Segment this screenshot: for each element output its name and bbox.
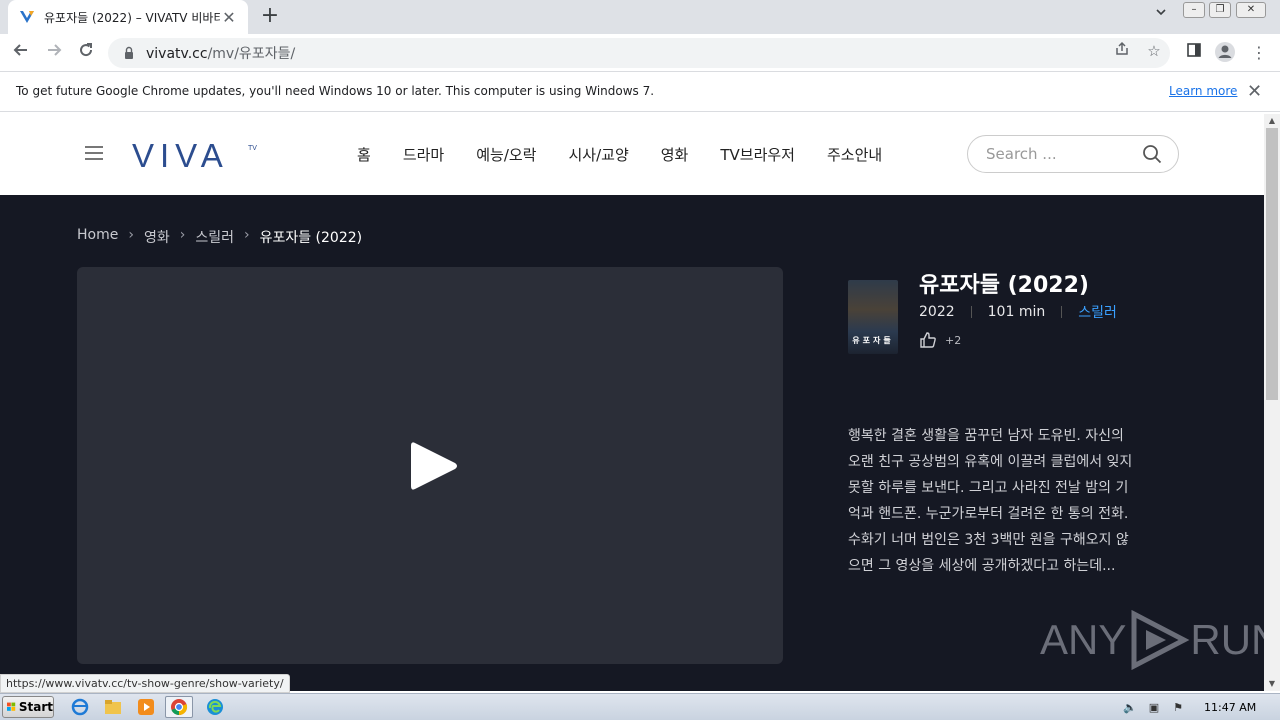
movie-synopsis: 행복한 결혼 생활을 꿈꾸던 남자 도유빈. 자신의 오랜 친구 공상범의 유혹… xyxy=(848,428,1133,574)
nav-item-variety[interactable]: 예능/오락 xyxy=(476,144,536,165)
nav-item-drama[interactable]: 드라마 xyxy=(403,144,444,165)
like-count: +2 xyxy=(945,333,962,347)
movie-poster[interactable]: 유포자들 xyxy=(848,280,898,354)
forward-arrow-icon[interactable] xyxy=(42,41,66,65)
edge-taskbar-icon[interactable] xyxy=(201,696,229,718)
network-icon[interactable]: ▣ xyxy=(1146,700,1162,716)
movie-runtime: 101 min xyxy=(987,304,1046,320)
start-button[interactable]: Start xyxy=(2,696,54,718)
profile-avatar-icon[interactable] xyxy=(1213,41,1237,65)
window-close-button[interactable]: ✕ xyxy=(1236,2,1266,18)
volume-icon[interactable]: 🔈 xyxy=(1122,700,1138,716)
anyrun-watermark: ANY RUN xyxy=(1040,610,1280,670)
system-tray: 🔈 ▣ ⚑ 11:47 AM xyxy=(1122,694,1256,720)
status-url-bubble: https://www.vivatv.cc/tv-show-genre/show… xyxy=(0,674,290,693)
window-minimize-button[interactable]: – xyxy=(1183,2,1205,18)
breadcrumb: Home › 영화 › 스릴러 › 유포자들 (2022) xyxy=(77,227,362,247)
search-icon[interactable] xyxy=(1142,144,1162,164)
movie-genre-link[interactable]: 스릴러 xyxy=(1078,302,1117,322)
windows-flag-icon xyxy=(7,702,16,711)
nav-item-current-affairs[interactable]: 시사/교양 xyxy=(568,144,628,165)
browser-titlebar: 유포자들 (2022) – VIVATV 비바티비 ✕ + – ❐ ✕ xyxy=(0,0,1280,34)
ie-taskbar-icon[interactable] xyxy=(66,696,94,718)
watermark-play-icon xyxy=(1131,610,1190,670)
browser-tab[interactable]: 유포자들 (2022) – VIVATV 비바티비 ✕ xyxy=(8,0,248,34)
windows-taskbar: Start 🔈 ▣ ⚑ 11:47 AM xyxy=(0,693,1280,720)
lock-icon xyxy=(125,46,133,59)
action-center-flag-icon[interactable]: ⚑ xyxy=(1170,700,1186,716)
meta-divider xyxy=(1061,306,1063,318)
breadcrumb-current: 유포자들 (2022) xyxy=(259,230,363,246)
browser-menu-icon[interactable]: ⋮ xyxy=(1247,41,1271,65)
infobar-close-icon[interactable]: ✕ xyxy=(1247,81,1262,102)
breadcrumb-home[interactable]: Home xyxy=(77,227,118,247)
nav-item-tv-browser[interactable]: TV브라우저 xyxy=(720,144,795,165)
scroll-thumb[interactable] xyxy=(1266,128,1278,400)
movie-year: 2022 xyxy=(919,304,955,320)
page-scrollbar[interactable]: ▲ ▼ xyxy=(1264,114,1280,691)
infobar-message: To get future Google Chrome updates, you… xyxy=(16,84,655,98)
scroll-up-arrow-icon[interactable]: ▲ xyxy=(1264,114,1280,128)
tab-close-icon[interactable]: ✕ xyxy=(220,8,238,27)
like-button[interactable]: +2 xyxy=(919,331,961,349)
browser-toolbar: vivatv.cc/mv/유포자들/ ☆ ⋮ xyxy=(0,34,1280,72)
svg-text:TV: TV xyxy=(248,145,257,152)
taskbar-clock[interactable]: 11:47 AM xyxy=(1204,701,1256,714)
video-player[interactable] xyxy=(77,267,783,664)
site-logo[interactable]: VIVA TV xyxy=(132,137,262,174)
scroll-down-arrow-icon[interactable]: ▼ xyxy=(1264,677,1280,691)
meta-divider xyxy=(970,306,972,318)
search-input[interactable] xyxy=(986,144,1136,164)
main-nav: 홈 드라마 예능/오락 시사/교양 영화 TV브라우저 주소안내 xyxy=(357,144,914,165)
nav-item-home[interactable]: 홈 xyxy=(357,144,371,165)
breadcrumb-separator: › xyxy=(128,227,134,243)
poster-title: 유포자들 xyxy=(852,336,894,345)
new-tab-button[interactable]: + xyxy=(258,4,282,28)
nav-item-address-info[interactable]: 주소안내 xyxy=(827,144,882,165)
share-icon[interactable] xyxy=(1112,41,1132,61)
back-arrow-icon[interactable] xyxy=(9,41,33,65)
chrome-taskbar-icon[interactable] xyxy=(165,696,193,718)
nav-item-movies[interactable]: 영화 xyxy=(661,144,689,165)
search-box xyxy=(967,135,1179,173)
bookmark-star-icon[interactable]: ☆ xyxy=(1144,41,1164,61)
learn-more-link[interactable]: Learn more xyxy=(1169,84,1237,98)
side-panel-icon[interactable] xyxy=(1182,41,1206,65)
url-text: vivatv.cc/mv/유포자들/ xyxy=(146,46,296,62)
thumbs-up-icon xyxy=(920,332,936,348)
reload-icon[interactable] xyxy=(74,41,98,65)
play-icon[interactable] xyxy=(409,439,459,493)
media-player-taskbar-icon[interactable] xyxy=(132,696,160,718)
window-restore-button[interactable]: ❐ xyxy=(1209,2,1231,18)
movie-title: 유포자들 (2022) xyxy=(919,273,1089,298)
movie-meta: 2022 101 min 스릴러 xyxy=(919,302,1117,322)
site-favicon-icon xyxy=(18,8,36,26)
site-header: VIVA TV 홈 드라마 예능/오락 시사/교양 영화 TV브라우저 주소안내 xyxy=(0,114,1264,195)
explorer-taskbar-icon[interactable] xyxy=(99,696,127,718)
breadcrumb-movies[interactable]: 영화 xyxy=(144,227,170,247)
start-label: Start xyxy=(18,700,53,714)
update-infobar: To get future Google Chrome updates, you… xyxy=(0,72,1280,112)
address-bar[interactable]: vivatv.cc/mv/유포자들/ xyxy=(108,38,1170,68)
breadcrumb-separator: › xyxy=(243,227,250,243)
breadcrumb-separator: › xyxy=(179,227,186,243)
main-content: Home › 영화 › 스릴러 › 유포자들 (2022) 유포자들 유포자들 … xyxy=(0,195,1280,691)
svg-text:VIVA: VIVA xyxy=(132,140,229,170)
hamburger-menu-icon[interactable] xyxy=(85,146,103,160)
tab-search-chevron-icon[interactable] xyxy=(1150,6,1172,28)
breadcrumb-thriller[interactable]: 스릴러 xyxy=(195,227,234,247)
tab-title: 유포자들 (2022) – VIVATV 비바티비 xyxy=(44,10,220,25)
watermark-left-text: ANY xyxy=(1040,616,1127,663)
